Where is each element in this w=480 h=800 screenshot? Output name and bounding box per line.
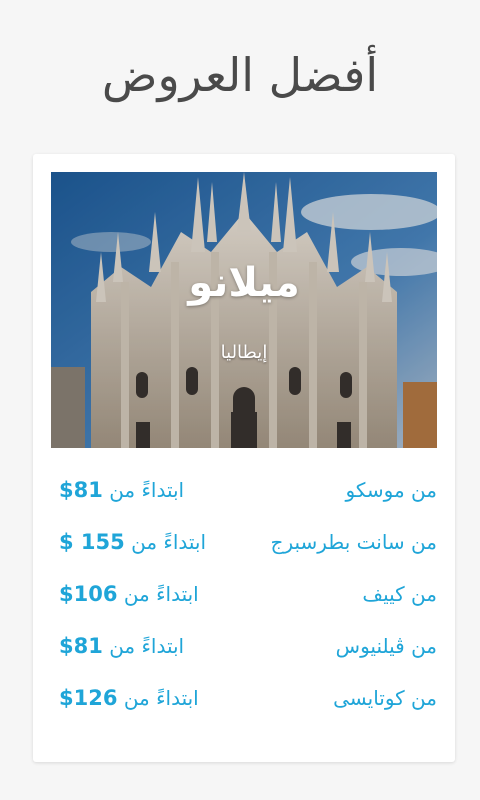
offer-origin: من موسكو bbox=[345, 478, 437, 502]
country-name: إيطاليا bbox=[220, 342, 268, 363]
offer-price-block: ابتداءً من $106 bbox=[59, 582, 199, 606]
offer-starting-label: ابتداءً من bbox=[123, 582, 199, 606]
offer-price-block: ابتداءً من $81 bbox=[59, 478, 184, 502]
city-name: ميلانو bbox=[188, 260, 300, 306]
offer-row-moscow[interactable]: من موسكو ابتداءً من $81 bbox=[51, 468, 437, 520]
offer-price-block: ابتداءً من $81 bbox=[59, 634, 184, 658]
offer-price: $81 bbox=[59, 634, 103, 658]
offer-row-kyiv[interactable]: من كييف ابتداءً من $106 bbox=[51, 572, 437, 624]
milan-cathedral-image bbox=[51, 172, 437, 448]
offer-price-block: ابتداءً من $ 155 bbox=[59, 530, 206, 554]
offer-origin: من كييف bbox=[362, 582, 437, 606]
page-title: أفضل العروض bbox=[101, 48, 379, 102]
offer-row-kutaisi[interactable]: من كوتايسى ابتداءً من $126 bbox=[51, 676, 437, 728]
offer-starting-label: ابتداءً من bbox=[109, 478, 185, 502]
offer-row-saint-petersburg[interactable]: من سانت بطرسبرج ابتداءً من $ 155 bbox=[51, 520, 437, 572]
offer-price: $106 bbox=[59, 582, 118, 606]
offer-row-vilnius[interactable]: من ڤيلنيوس ابتداءً من $81 bbox=[51, 624, 437, 676]
offer-price: $81 bbox=[59, 478, 103, 502]
offer-starting-label: ابتداءً من bbox=[123, 686, 199, 710]
deal-card[interactable]: ميلانو إيطاليا من موسكو ابتداءً من $81 م… bbox=[33, 154, 455, 762]
offer-starting-label: ابتداءً من bbox=[131, 530, 207, 554]
offer-price: $ 155 bbox=[59, 530, 125, 554]
offer-starting-label: ابتداءً من bbox=[109, 634, 185, 658]
offer-price-block: ابتداءً من $126 bbox=[59, 686, 199, 710]
city-photo[interactable]: ميلانو إيطاليا bbox=[51, 172, 437, 448]
offer-origin: من سانت بطرسبرج bbox=[270, 530, 437, 554]
offer-origin: من ڤيلنيوس bbox=[335, 634, 437, 658]
offer-price: $126 bbox=[59, 686, 118, 710]
offers-list: من موسكو ابتداءً من $81 من سانت بطرسبرج … bbox=[51, 468, 437, 728]
offer-origin: من كوتايسى bbox=[333, 686, 437, 710]
